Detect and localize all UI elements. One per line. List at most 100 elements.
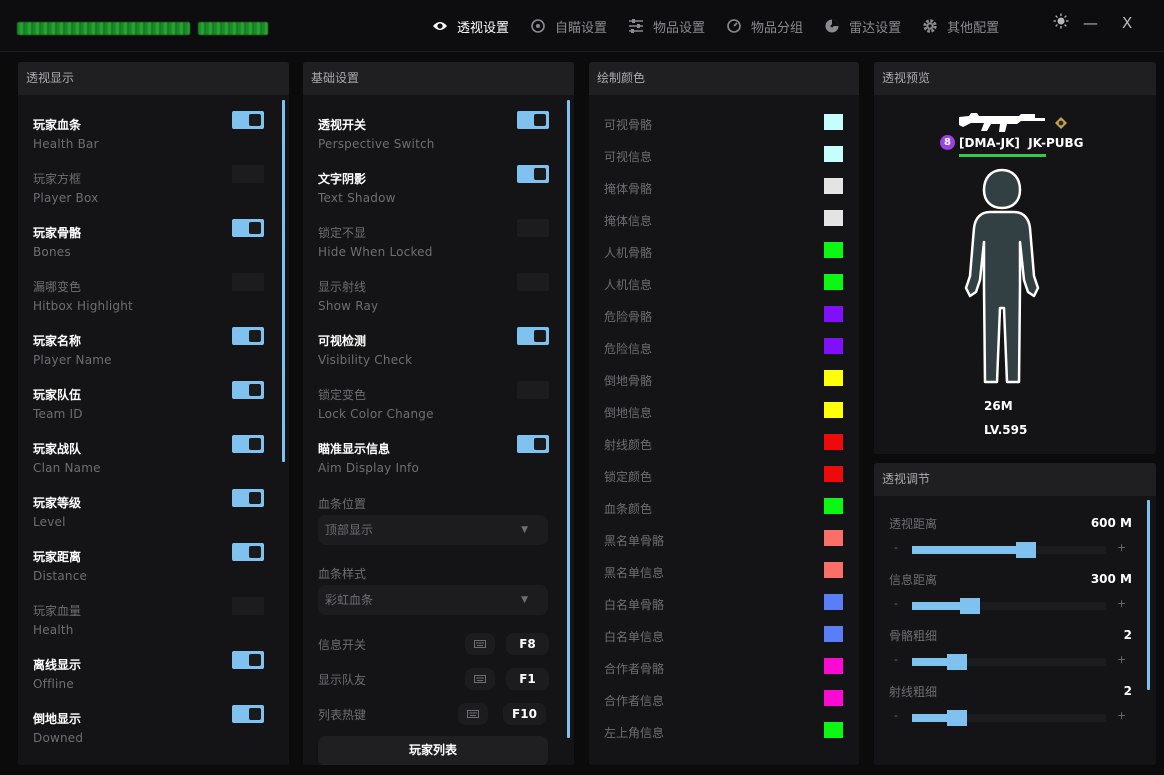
color-swatch[interactable]	[824, 146, 843, 162]
toggle-switch[interactable]	[232, 651, 264, 669]
color-swatch[interactable]	[824, 594, 843, 610]
color-swatch[interactable]	[824, 114, 843, 130]
slider-thumb[interactable]	[1016, 542, 1036, 558]
toggle-label: 锁定变色	[318, 388, 367, 402]
color-swatch[interactable]	[824, 658, 843, 674]
color-swatch[interactable]	[824, 370, 843, 386]
toggle-switch[interactable]	[232, 543, 264, 561]
slider-track[interactable]	[912, 542, 1106, 558]
adjust-value: 300 M	[1090, 572, 1132, 586]
color-label: 射线颜色	[604, 438, 653, 452]
toggle-switch[interactable]	[232, 381, 264, 399]
slider-increment-button[interactable]: +	[1117, 541, 1126, 554]
health-bar-style-label: 血条样式	[318, 567, 367, 581]
close-button[interactable]: X	[1122, 14, 1132, 32]
slider-thumb[interactable]	[947, 654, 967, 670]
toggle-sublabel: Text Shadow	[318, 191, 396, 205]
title-bar: 透视设置 自瞄设置 物品设置 物品分组 雷达设置 其他配置 — X	[0, 0, 1164, 52]
color-swatch[interactable]	[824, 306, 843, 322]
toggle-switch[interactable]	[232, 327, 264, 345]
toggle-switch[interactable]	[232, 219, 264, 237]
slider-decrement-button[interactable]: -	[894, 709, 898, 722]
color-swatch[interactable]	[824, 434, 843, 450]
slider-decrement-button[interactable]: -	[894, 541, 898, 554]
toggle-switch[interactable]	[517, 111, 549, 129]
theme-toggle-button[interactable]	[1053, 13, 1069, 33]
tab-radar-settings-label: 雷达设置	[849, 20, 902, 36]
toggle-switch[interactable]	[517, 327, 549, 345]
toggle-switch[interactable]	[232, 111, 264, 129]
slider-thumb[interactable]	[960, 598, 980, 614]
toggle-switch[interactable]	[517, 435, 549, 453]
toggle-sublabel: Clan Name	[33, 461, 101, 475]
hotkey-keyboard-button[interactable]	[465, 668, 495, 690]
color-swatch[interactable]	[824, 178, 843, 194]
esp-adjust-scrollbar[interactable]	[1147, 500, 1150, 690]
hotkey-key[interactable]: F1	[506, 668, 549, 690]
slider-track[interactable]	[912, 710, 1106, 726]
toggle-switch[interactable]	[232, 705, 264, 723]
player-list-button[interactable]: 玩家列表	[318, 736, 548, 765]
toggle-switch[interactable]	[232, 489, 264, 507]
slider-decrement-button[interactable]: -	[894, 653, 898, 666]
esp-display-scrollbar[interactable]	[282, 100, 285, 462]
health-bar-style-select[interactable]: 彩虹血条 ▼	[318, 585, 548, 615]
slider-increment-button[interactable]: +	[1117, 709, 1126, 722]
color-swatch[interactable]	[824, 530, 843, 546]
slider-increment-button[interactable]: +	[1117, 653, 1126, 666]
keyboard-icon	[474, 675, 486, 683]
health-bar-position-select[interactable]: 顶部显示 ▼	[318, 515, 548, 545]
toggle-label: 玩家血条	[33, 118, 82, 132]
color-swatch[interactable]	[824, 498, 843, 514]
toggle-row: 玩家血条 Health Bar	[33, 116, 99, 151]
hotkey-key[interactable]: F10	[503, 703, 546, 725]
hotkey-keyboard-button[interactable]	[458, 703, 488, 725]
slider-thumb[interactable]	[947, 710, 967, 726]
tab-radar-settings[interactable]: 雷达设置	[824, 17, 901, 36]
color-swatch[interactable]	[824, 402, 843, 418]
color-swatch[interactable]	[824, 562, 843, 578]
app-logo-blurred-2	[198, 22, 268, 35]
minimize-button[interactable]: —	[1083, 14, 1098, 32]
toggle-switch[interactable]	[232, 597, 264, 615]
tab-item-groups[interactable]: 物品分组	[726, 17, 803, 36]
toggle-switch[interactable]	[517, 381, 549, 399]
tab-item-settings[interactable]: 物品设置	[628, 17, 705, 36]
toggle-switch[interactable]	[517, 219, 549, 237]
basic-settings-scrollbar[interactable]	[567, 100, 570, 738]
sun-icon	[1053, 13, 1069, 29]
tab-other-config[interactable]: 其他配置	[922, 17, 999, 36]
toggle-switch[interactable]	[517, 273, 549, 291]
toggle-label: 倒地显示	[33, 712, 82, 726]
color-label: 黑名单信息	[604, 566, 665, 580]
toggle-switch[interactable]	[232, 165, 264, 183]
color-swatch[interactable]	[824, 210, 843, 226]
slider-increment-button[interactable]: +	[1117, 597, 1126, 610]
color-row: 锁定颜色	[604, 466, 844, 486]
toggle-sublabel: Bones	[33, 245, 71, 259]
basic-settings-panel: 基础设置 透视开关 Perspective Switch 文字阴影 Text Shad…	[303, 62, 574, 765]
hotkey-key[interactable]: F8	[506, 633, 549, 655]
color-label: 掩体信息	[604, 214, 653, 228]
toggle-sublabel: Health	[33, 623, 74, 637]
color-swatch[interactable]	[824, 626, 843, 642]
color-swatch[interactable]	[824, 274, 843, 290]
hotkey-keyboard-button[interactable]	[465, 633, 495, 655]
toggle-switch[interactable]	[232, 273, 264, 291]
slider-decrement-button[interactable]: -	[894, 597, 898, 610]
app-logo-blurred	[17, 22, 190, 35]
tab-aim-settings[interactable]: 自瞄设置	[530, 17, 607, 36]
toggle-switch[interactable]	[517, 165, 549, 183]
color-swatch[interactable]	[824, 722, 843, 738]
chevron-down-icon: ▼	[521, 525, 528, 535]
toggle-switch[interactable]	[232, 435, 264, 453]
slider-track[interactable]	[912, 598, 1106, 614]
toggle-sublabel: Offline	[33, 677, 74, 691]
preview-name-row: 8 [DMA-JK] JK-PUBG	[940, 135, 1084, 150]
tab-esp-settings[interactable]: 透视设置	[432, 17, 509, 36]
color-swatch[interactable]	[824, 242, 843, 258]
color-swatch[interactable]	[824, 338, 843, 354]
slider-track[interactable]	[912, 654, 1106, 670]
color-swatch[interactable]	[824, 466, 843, 482]
color-swatch[interactable]	[824, 690, 843, 706]
